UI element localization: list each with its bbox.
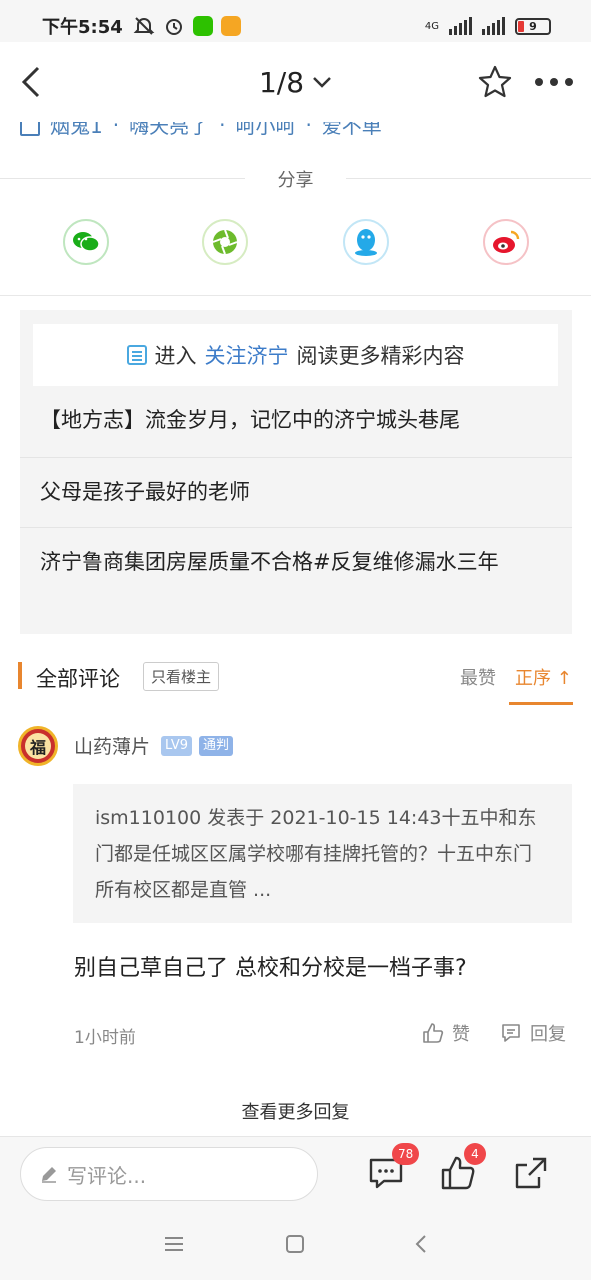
status-icons: [133, 15, 241, 37]
thumbs-up-icon: [423, 1023, 444, 1043]
back-arrow-icon[interactable]: [16, 64, 46, 100]
page-indicator: 1/8: [258, 65, 305, 99]
enter-forum-banner[interactable]: 进入 关注济宁 阅读更多精彩内容: [33, 324, 558, 386]
owner-only-button[interactable]: 只看楼主: [143, 662, 220, 691]
related-posts-box: 进入 关注济宁 阅读更多精彩内容 【地方志】流金岁月，记忆中的济宁城头巷尾 父母…: [20, 310, 572, 634]
comment-input[interactable]: 写评论...: [20, 1147, 318, 1201]
mute-bell-icon: [133, 17, 155, 35]
alarm-icon: [165, 19, 182, 35]
like-label: 赞: [452, 1024, 470, 1045]
battery-icon: 9: [515, 17, 551, 35]
battery-level: 9: [529, 19, 537, 33]
share-icons-row: [0, 219, 591, 269]
active-tab-underline: [509, 702, 573, 705]
related-post-item[interactable]: 济宁鲁商集团房屋质量不合格#反复维修漏水三年: [20, 545, 560, 580]
wechat-status-icon: [192, 16, 213, 36]
system-nav-bar: [0, 1210, 591, 1280]
system-back-icon[interactable]: [410, 1233, 432, 1255]
status-time: 下午5:54: [42, 17, 123, 38]
avatar-char: 福: [25, 733, 51, 759]
enter-suffix: 阅读更多精彩内容: [296, 344, 465, 368]
menu-icon[interactable]: [163, 1233, 185, 1255]
title-badge: 通判: [199, 736, 234, 756]
quoted-comment: ism110100 发表于 2021-10-15 14:43十五中和东门都是任城…: [73, 784, 572, 923]
comments-title: 全部评论: [36, 667, 120, 691]
reply-button[interactable]: 回复: [500, 1020, 566, 1046]
reply-label: 回复: [530, 1024, 566, 1045]
share-title: 分享: [0, 166, 591, 192]
related-divider: [20, 527, 572, 528]
level-badge: LV9: [161, 736, 192, 756]
favorite-star-icon[interactable]: [477, 64, 513, 100]
comments-header: 全部评论 只看楼主 最赞 正序 ↑: [0, 650, 591, 706]
view-more-replies-link[interactable]: 查看更多回复: [0, 1098, 591, 1124]
status-right: 4G 9: [425, 17, 551, 35]
reply-icon: [502, 1024, 520, 1042]
comment-count-badge: 78: [392, 1143, 420, 1165]
comment-text: 别自己草自己了 总校和分校是一档子事?: [74, 956, 467, 981]
top-nav-bar: 1/8: [0, 42, 591, 122]
sort-hot-tab[interactable]: 最赞: [460, 664, 496, 690]
related-divider: [20, 457, 572, 458]
related-post-item[interactable]: 父母是孩子最好的老师: [20, 475, 572, 510]
bottom-action-bar: 写评论... 78 4: [0, 1136, 591, 1210]
wechat-share-icon[interactable]: [63, 219, 109, 265]
comment-placeholder: 写评论...: [67, 1163, 147, 1188]
related-post-item[interactable]: 【地方志】流金岁月，记忆中的济宁城头巷尾: [20, 403, 572, 438]
comments-count-button[interactable]: 78: [368, 1143, 420, 1193]
comment-time: 1小时前: [74, 1028, 136, 1048]
forum-link[interactable]: 关注济宁: [205, 340, 289, 370]
qq-share-icon[interactable]: [343, 219, 389, 265]
share-icon: [515, 1157, 547, 1189]
moments-share-icon[interactable]: [202, 219, 248, 265]
avatar[interactable]: 福: [18, 726, 58, 766]
like-post-button[interactable]: 4: [440, 1143, 486, 1193]
sort-order-label: 正序: [515, 668, 551, 689]
network-label: 4G: [424, 20, 439, 32]
list-icon: [126, 345, 147, 365]
pencil-icon: [42, 1167, 56, 1183]
chevron-down-icon: [313, 77, 331, 88]
home-icon[interactable]: [284, 1233, 306, 1255]
page: 下午5:54 4G 9 烟鬼1 · 嗨天亮了 · 呵小呵 · 爱不单 1/8 分…: [0, 0, 591, 1280]
section-accent-bar: [18, 662, 22, 689]
sort-order-tab[interactable]: 正序 ↑: [515, 664, 572, 690]
like-count-badge: 4: [464, 1143, 486, 1165]
more-options-icon[interactable]: [535, 78, 573, 86]
page-selector[interactable]: 1/8: [259, 66, 332, 99]
share-button[interactable]: [513, 1155, 551, 1193]
like-button[interactable]: 赞: [422, 1020, 470, 1046]
signal-2-icon: [482, 17, 505, 35]
weibo-share-icon[interactable]: [483, 219, 529, 265]
signal-icon: [449, 17, 472, 35]
arrow-up-icon: ↑: [551, 668, 572, 689]
enter-prefix: 进入: [154, 344, 197, 368]
comment-username[interactable]: 山药薄片: [74, 732, 150, 759]
share-divider: [0, 295, 591, 296]
app-status-icon: [220, 16, 241, 36]
